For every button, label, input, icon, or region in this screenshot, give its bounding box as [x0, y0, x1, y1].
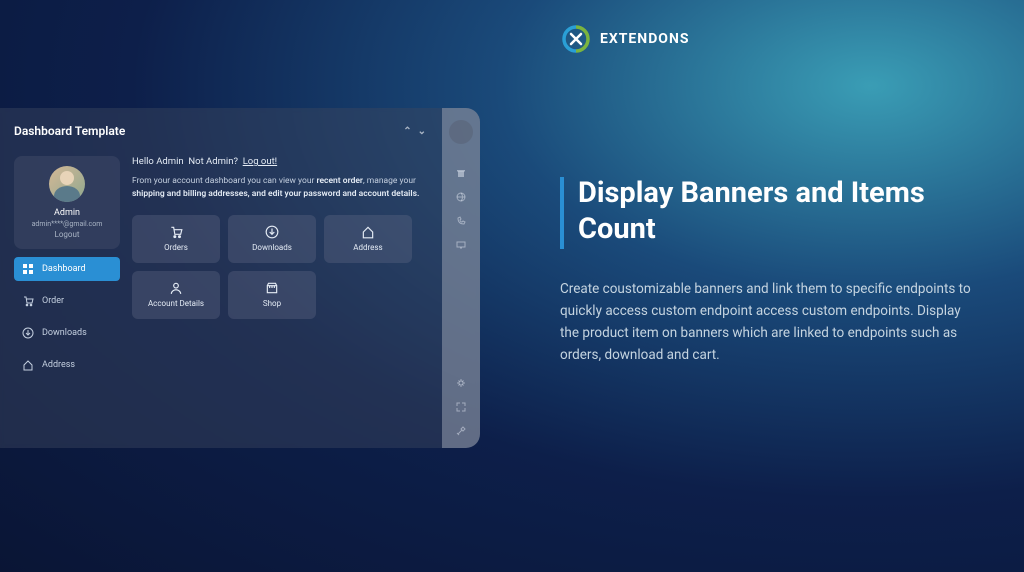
panel-header: Dashboard Template ⌃⌄ — [14, 124, 432, 138]
greeting-logout-link[interactable]: Log out! — [243, 156, 277, 167]
download-icon — [265, 225, 279, 239]
cart-icon — [169, 225, 183, 239]
intro-b2: shipping and billing addresses, and edit… — [132, 189, 419, 199]
greeting: Hello Admin Not Admin? Log out! — [132, 156, 432, 167]
tile-label: Downloads — [252, 243, 292, 252]
gear-icon[interactable] — [456, 378, 466, 388]
avatar[interactable] — [49, 166, 85, 202]
nav-label: Order — [42, 296, 64, 306]
globe-icon[interactable] — [456, 192, 466, 202]
expand-icon[interactable] — [456, 402, 466, 412]
panel-collapse-controls[interactable]: ⌃⌄ — [403, 126, 426, 137]
tile-address[interactable]: Address — [324, 215, 412, 263]
tile-downloads[interactable]: Downloads — [228, 215, 316, 263]
tools-icon[interactable] — [456, 426, 466, 436]
brand-name: EXTENDONS — [600, 31, 689, 47]
tile-label: Address — [353, 243, 382, 252]
tile-label: Account Details — [148, 299, 204, 308]
user-icon — [169, 281, 183, 295]
profile-email: admin****@gmail.com — [20, 220, 114, 228]
tile-label: Orders — [164, 243, 188, 252]
intro-p2: , manage your — [363, 176, 416, 186]
dashboard-panel: Dashboard Template ⌃⌄ Admin admin****@gm… — [0, 108, 480, 448]
nav-label: Dashboard — [42, 264, 86, 274]
nav-label: Address — [42, 360, 75, 370]
cart-icon — [22, 295, 34, 307]
chevron-up-icon[interactable]: ⌃ — [403, 126, 411, 137]
tile-label: Shop — [263, 299, 281, 308]
greeting-hello: Hello Admin — [132, 156, 184, 167]
profile-logout-link[interactable]: Logout — [20, 230, 114, 239]
nav-item-downloads[interactable]: Downloads — [14, 321, 120, 345]
intro-b1: recent order — [317, 176, 363, 186]
accent-bar — [560, 177, 564, 249]
tile-account-details[interactable]: Account Details — [132, 271, 220, 319]
download-icon — [22, 327, 34, 339]
chevron-down-icon[interactable]: ⌄ — [418, 126, 426, 137]
greeting-not-admin: Not Admin? — [188, 156, 238, 167]
tile-orders[interactable]: Orders — [132, 215, 220, 263]
panel-title: Dashboard Template — [14, 124, 125, 138]
profile-card: Admin admin****@gmail.com Logout — [14, 156, 120, 249]
intro-text: From your account dashboard you can view… — [132, 175, 432, 201]
tiles-grid: Orders Downloads Address Account Details — [132, 215, 432, 319]
description: Create coustomizable banners and link th… — [560, 278, 980, 367]
marketing-content: Display Banners and Items Count Create c… — [560, 175, 980, 367]
home-icon — [22, 359, 34, 371]
nav-item-dashboard[interactable]: Dashboard — [14, 257, 120, 281]
brand-logo: EXTENDONS — [562, 25, 689, 53]
grid-icon — [22, 263, 34, 275]
rail-avatar[interactable] — [449, 120, 473, 144]
monitor-icon[interactable] — [456, 240, 466, 250]
home-icon — [361, 225, 375, 239]
main-content: Hello Admin Not Admin? Log out! From you… — [132, 156, 432, 377]
profile-name: Admin — [20, 208, 114, 218]
shop-icon — [265, 281, 279, 295]
intro-p1: From your account dashboard you can view… — [132, 176, 314, 186]
trash-icon[interactable] — [456, 168, 466, 178]
nav-item-address[interactable]: Address — [14, 353, 120, 377]
tile-shop[interactable]: Shop — [228, 271, 316, 319]
headline: Display Banners and Items Count — [578, 175, 980, 248]
nav-label: Downloads — [42, 328, 87, 338]
phone-icon[interactable] — [456, 216, 466, 226]
right-rail — [442, 108, 480, 448]
nav-item-order[interactable]: Order — [14, 289, 120, 313]
brand-icon — [562, 25, 590, 53]
sidebar: Admin admin****@gmail.com Logout Dashboa… — [14, 156, 120, 377]
